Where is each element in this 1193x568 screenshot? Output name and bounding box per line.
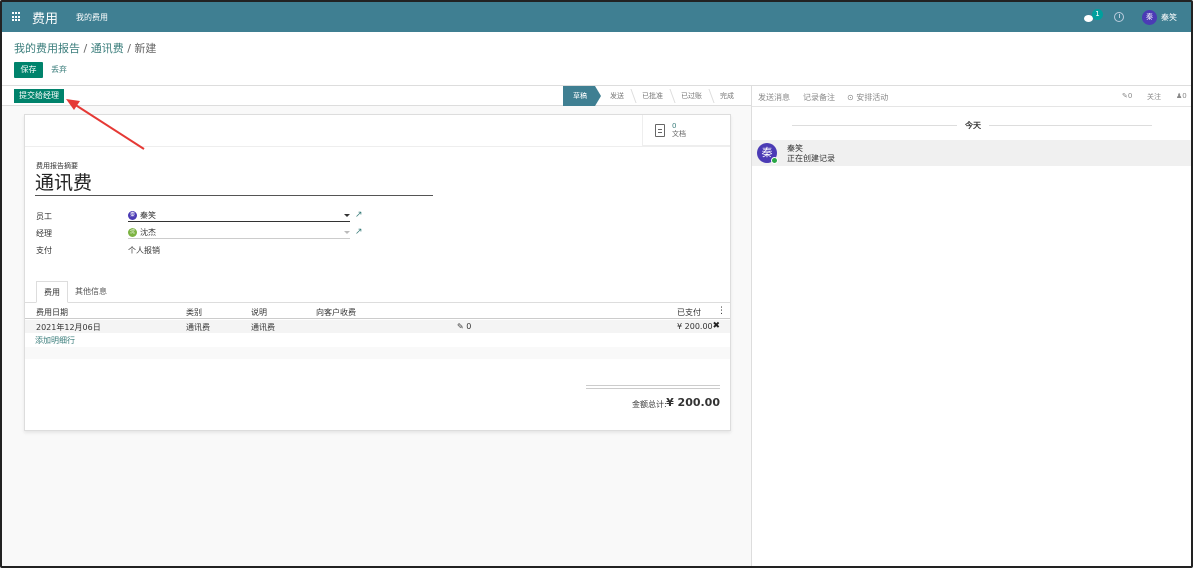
discard-button[interactable]: 丢弃 <box>51 62 67 78</box>
log-note-button[interactable]: 记录备注 <box>803 92 835 103</box>
totals-divider <box>586 388 720 389</box>
app-window: 费用 我的费用 1 秦 秦笑 我的费用报告 / 通讯费 / 新建 保存 丢弃 提… <box>0 0 1193 568</box>
menu-my-expenses[interactable]: 我的费用 <box>76 12 108 23</box>
documents-count: 0 <box>672 122 677 130</box>
message-body: 正在创建记录 <box>787 154 835 163</box>
clock-icon: ⊙ <box>847 93 854 102</box>
external-link-icon[interactable]: ↗ <box>355 210 363 220</box>
employee-value: 秦笑 <box>140 211 156 220</box>
breadcrumb-sep: / <box>83 42 91 55</box>
smart-button-box: 0 文档 <box>642 115 730 146</box>
user-avatar[interactable]: 秦 <box>1142 9 1157 25</box>
follow-button[interactable]: 关注 <box>1147 92 1161 102</box>
row-date: 2021年12月06日 <box>36 323 101 332</box>
send-message-button[interactable]: 发送消息 <box>758 92 790 103</box>
stage-done[interactable]: 完成 <box>711 86 743 106</box>
employee-label: 员工 <box>36 212 52 221</box>
stage-approved[interactable]: 已批准 <box>633 86 672 106</box>
form-statusbar: 提交给经理 草稿 发送 已批准 已过账 完成 <box>2 86 751 106</box>
manager-label: 经理 <box>36 229 52 238</box>
payment-value: 个人报销 <box>128 246 160 255</box>
sheet-divider <box>25 146 730 147</box>
top-navbar: 费用 我的费用 1 秦 秦笑 <box>2 2 1191 32</box>
submit-to-manager-button[interactable]: 提交给经理 <box>14 89 64 103</box>
chatter: 发送消息 记录备注 ⊙ 安排活动 ✎0 关注 ♟0 今天 秦 秦笑 正在创建记录 <box>751 86 1191 566</box>
tab-other-info[interactable]: 其他信息 <box>68 281 114 303</box>
documents-label: 文档 <box>672 130 686 138</box>
row-attachment-count: 0 <box>466 322 472 331</box>
chat-badge: 1 <box>1092 9 1103 20</box>
external-link-icon[interactable]: ↗ <box>355 227 363 237</box>
col-date[interactable]: 费用日期 <box>36 307 68 318</box>
notebook-tabs: 费用 其他信息 <box>25 281 730 303</box>
form-sheet: 0 文档 费用报告摘要 通讯费 员工 秦 秦笑 ↗ 经理 沈 沈杰 ↗ 支付 个… <box>24 114 731 431</box>
user-menu-name[interactable]: 秦笑 <box>1161 12 1177 23</box>
row-category: 通讯费 <box>186 323 210 332</box>
tab-expenses[interactable]: 费用 <box>36 281 68 303</box>
manager-avatar: 沈 <box>128 228 137 237</box>
payment-label: 支付 <box>36 246 52 255</box>
documents-text: 0 文档 <box>672 122 686 138</box>
add-line-link[interactable]: 添加明细行 <box>35 335 75 346</box>
chatter-message: 秦 秦笑 正在创建记录 <box>752 140 1191 166</box>
delete-row-icon[interactable]: ✖ <box>712 321 720 331</box>
apps-menu-icon[interactable] <box>12 12 22 22</box>
chat-icon[interactable]: 1 <box>1084 9 1103 22</box>
stage-posted[interactable]: 已过账 <box>672 86 711 106</box>
total-label: 金额总计: <box>632 400 667 409</box>
manager-value: 沈杰 <box>140 228 156 237</box>
summary-label: 费用报告摘要 <box>36 162 78 170</box>
employee-avatar: 秦 <box>128 211 137 220</box>
stage-pipeline: 草稿 发送 已批准 已过账 完成 <box>563 86 743 106</box>
summary-input[interactable]: 通讯费 <box>35 171 433 196</box>
col-category[interactable]: 类别 <box>186 307 202 318</box>
followers-button[interactable]: ♟0 <box>1176 92 1187 100</box>
chevron-down-icon[interactable] <box>344 214 350 217</box>
app-title[interactable]: 费用 <box>32 8 58 27</box>
breadcrumb-report[interactable]: 通讯费 <box>91 42 124 55</box>
row-attachments[interactable]: ✎ 0 <box>457 322 471 331</box>
total-value: ¥ 200.00 <box>666 396 720 409</box>
attachments-count: 0 <box>1127 92 1133 100</box>
followers-count: 0 <box>1182 92 1187 100</box>
activity-clock-icon[interactable] <box>1114 12 1124 22</box>
row-amount: ¥ 200.00 <box>677 322 713 331</box>
totals-divider <box>586 385 720 386</box>
online-status-icon <box>771 157 778 164</box>
row-description: 通讯费 <box>251 323 275 332</box>
breadcrumb: 我的费用报告 / 通讯费 / 新建 <box>14 40 156 56</box>
documents-smart-button[interactable]: 0 文档 <box>655 122 686 138</box>
form-area: 0 文档 费用报告摘要 通讯费 员工 秦 秦笑 ↗ 经理 沈 沈杰 ↗ 支付 个… <box>2 106 751 566</box>
empty-row <box>25 347 730 359</box>
col-description[interactable]: 说明 <box>251 307 267 318</box>
table-row[interactable]: 2021年12月06日 通讯费 通讯费 ✎ 0 ¥ 200.00 ✖ <box>25 320 730 333</box>
document-icon <box>655 123 665 137</box>
schedule-activity-button[interactable]: ⊙ 安排活动 <box>847 92 888 103</box>
chatter-divider <box>752 106 1191 107</box>
breadcrumb-current: 新建 <box>134 42 157 55</box>
stage-sent[interactable]: 发送 <box>601 86 633 106</box>
attachments-button[interactable]: ✎0 <box>1122 92 1132 100</box>
chevron-down-icon[interactable] <box>344 231 350 234</box>
col-paid[interactable]: 已支付 <box>677 307 701 318</box>
stage-draft[interactable]: 草稿 <box>563 86 601 106</box>
expense-table-header: 费用日期 类别 说明 向客户收费 已支付 ⋮ <box>25 304 730 319</box>
navbar-systray: 1 秦 秦笑 <box>1084 2 1191 32</box>
date-separator: 今天 <box>957 120 989 131</box>
schedule-activity-label: 安排活动 <box>856 93 889 102</box>
save-button[interactable]: 保存 <box>14 62 43 78</box>
paperclip-icon: ✎ <box>457 322 464 331</box>
employee-field[interactable]: 秦 秦笑 <box>128 210 350 222</box>
breadcrumb-my-reports[interactable]: 我的费用报告 <box>14 42 80 55</box>
col-charge-customer[interactable]: 向客户收费 <box>316 307 356 318</box>
chatter-topbar: 发送消息 记录备注 ⊙ 安排活动 ✎0 关注 ♟0 <box>752 86 1191 106</box>
column-options-icon[interactable]: ⋮ <box>717 306 726 316</box>
manager-field[interactable]: 沈 沈杰 <box>128 227 350 239</box>
